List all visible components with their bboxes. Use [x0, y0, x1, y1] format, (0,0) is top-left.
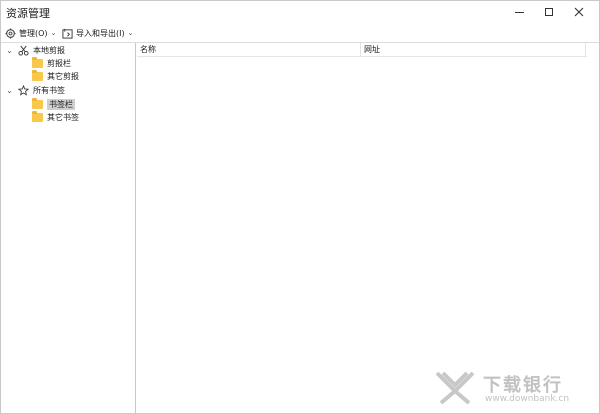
tree-item-label: 其它书签 — [47, 113, 79, 122]
folder-icon — [32, 57, 43, 68]
tree-item-label: 书签栏 — [47, 99, 75, 110]
column-header-name[interactable]: 名称 — [140, 44, 156, 55]
window-title: 资源管理 — [6, 7, 50, 20]
column-divider[interactable] — [585, 43, 586, 57]
close-icon — [574, 7, 584, 17]
folder-icon — [32, 70, 43, 81]
maximize-button[interactable] — [534, 1, 564, 23]
tree-item-all-bookmarks[interactable]: ⌄ 所有书签 — [5, 84, 65, 97]
scissors-icon — [18, 45, 29, 56]
folder-icon — [32, 111, 43, 122]
import-export-label: 导入和导出(I) — [76, 28, 125, 38]
manage-menu-button[interactable]: 管理(O) ⌄ — [5, 25, 56, 41]
watermark: 下载银行 www.downbank.cn — [433, 369, 593, 409]
resource-manager-window: 资源管理 管理(O) ⌄ 导入和导出(I) ⌄ ⌄ 本地剪报 剪报栏 其它剪报 … — [0, 0, 600, 414]
bookmark-list: 名称 网址 — [137, 43, 599, 413]
tree-item-local-clipboard[interactable]: ⌄ 本地剪报 — [5, 44, 65, 57]
folder-tree: ⌄ 本地剪报 剪报栏 其它剪报 ⌄ 所有书签 书签栏 其它书签 — [1, 43, 136, 413]
tree-item-other-bookmarks[interactable]: 其它书签 — [32, 111, 79, 124]
close-button[interactable] — [564, 1, 594, 23]
tree-item-label: 所有书签 — [33, 86, 65, 95]
minimize-button[interactable] — [504, 1, 534, 23]
tree-item-label: 剪报栏 — [47, 59, 71, 68]
watermark-url: www.downbank.cn — [485, 394, 570, 404]
watermark-logo-icon — [435, 371, 475, 405]
maximize-icon — [545, 8, 553, 16]
chevron-down-icon[interactable]: ⌄ — [5, 86, 14, 95]
gear-icon — [5, 27, 16, 39]
chevron-down-icon[interactable]: ⌄ — [5, 46, 14, 55]
tree-item-other-clips[interactable]: 其它剪报 — [32, 70, 79, 83]
column-divider[interactable] — [360, 43, 361, 57]
list-header: 名称 网址 — [137, 43, 587, 57]
tree-item-clip-bar[interactable]: 剪报栏 — [32, 57, 71, 70]
import-export-icon — [62, 28, 73, 39]
import-export-menu-button[interactable]: 导入和导出(I) ⌄ — [62, 25, 133, 41]
minimize-icon — [514, 11, 524, 13]
chevron-down-icon: ⌄ — [50, 29, 57, 37]
column-header-url[interactable]: 网址 — [364, 44, 380, 55]
tree-item-bookmark-bar[interactable]: 书签栏 — [32, 98, 75, 111]
folder-icon — [32, 98, 43, 109]
chevron-down-icon: ⌄ — [127, 29, 134, 37]
star-icon — [18, 85, 29, 96]
tree-item-label: 其它剪报 — [47, 72, 79, 81]
manage-label: 管理(O) — [19, 28, 48, 38]
tree-item-label: 本地剪报 — [33, 46, 65, 55]
title-bar: 资源管理 — [1, 1, 599, 23]
toolbar: 管理(O) ⌄ 导入和导出(I) ⌄ — [1, 23, 599, 43]
